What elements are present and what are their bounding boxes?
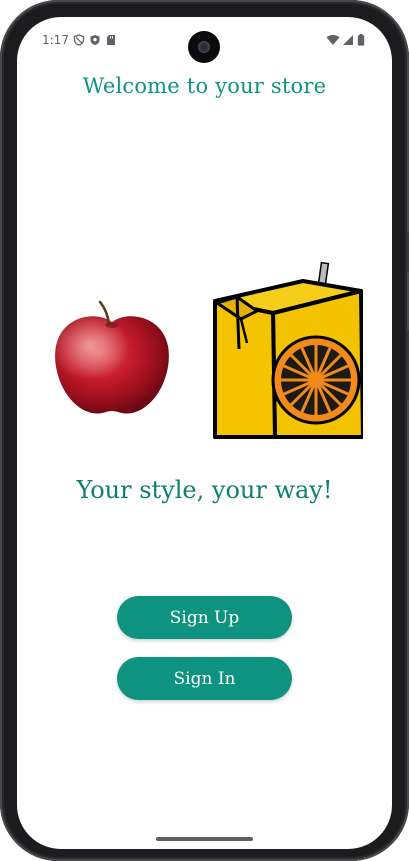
tagline: Your style, your way! xyxy=(76,476,333,504)
phone-frame: 1:17 Welcome to your store Your style, y… xyxy=(0,0,409,861)
battery-icon xyxy=(357,34,365,46)
vpn-shield-icon xyxy=(73,34,85,46)
page-title: Welcome to your store xyxy=(82,74,327,98)
wifi-icon xyxy=(326,34,340,45)
app-screen: 1:17 Welcome to your store Your style, y… xyxy=(17,17,392,849)
status-bar: 1:17 xyxy=(17,17,392,67)
sign-up-button[interactable]: Sign Up xyxy=(117,596,292,639)
home-indicator[interactable] xyxy=(156,837,253,841)
cellular-signal-icon xyxy=(343,35,353,45)
sd-card-icon xyxy=(107,35,115,45)
front-camera xyxy=(188,31,220,63)
sign-in-button[interactable]: Sign In xyxy=(117,657,292,700)
juice-box-image xyxy=(213,261,363,439)
status-time: 1:17 xyxy=(42,33,69,47)
apple-image xyxy=(55,300,169,414)
security-shield-icon xyxy=(90,35,100,45)
